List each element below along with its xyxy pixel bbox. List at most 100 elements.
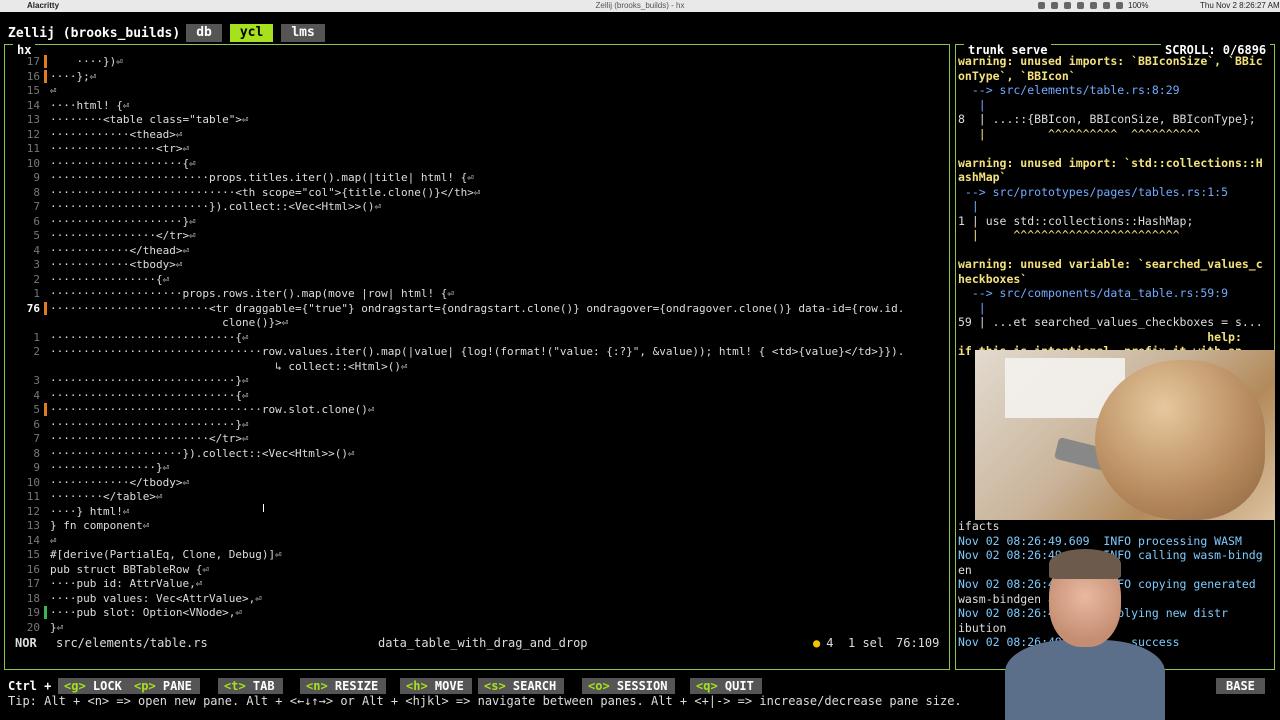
line-number: 8 [33,185,40,199]
code-line[interactable]: ························<tr draggable={"… [50,302,904,317]
git-change-marker [44,301,47,315]
code-line[interactable]: ····})⏎ [50,55,122,70]
git-change-marker [44,69,47,83]
line-number: 7 [33,432,40,445]
mode-indicator: NOR [15,636,37,650]
line-number: 19 [26,606,40,619]
line-number: 11 [26,142,40,155]
code-line[interactable]: clone()}>⏎ [50,316,288,331]
line-number: 9 [33,461,40,474]
code-editor[interactable]: 17 ····})⏎ 16 ····};⏎ 15 ⏎ 14 ····html! {⏎ 13 ··… [6,55,946,635]
terminal-line: 1 | use std::collections::HashMap; [958,213,1194,228]
line-number: 6 [33,417,40,431]
terminal-line: heckboxes` [958,271,1028,286]
status-icons[interactable] [1038,2,1123,9]
terminal-line: help: [958,329,1242,344]
terminal-line: onType`, `BBIcon` [958,68,1076,83]
code-line[interactable]: ············</tbody>⏎ [50,476,189,491]
code-line[interactable]: ························props.titles.ite… [50,171,474,186]
keybind-quit[interactable]: <q> QUIT [690,678,762,694]
keybind-pane[interactable]: <p> PANE [128,678,200,694]
code-line[interactable]: ················<tr>⏎ [50,142,189,157]
line-number: 3 [33,374,40,387]
code-line[interactable]: ····························{⏎ [50,389,249,404]
code-line[interactable]: ····················}⏎ [50,215,196,230]
line-number: 16 [26,562,40,576]
code-line[interactable]: ↳ collect::<Html>()⏎ [50,360,407,375]
code-line[interactable]: ····························}⏎ [50,418,249,433]
git-change-marker [44,606,47,619]
keybind-tab[interactable]: <t> TAB [218,678,283,694]
code-line[interactable]: ····················{⏎ [50,157,196,172]
line-number: 20 [26,620,40,634]
code-line[interactable]: ····························<th scope="c… [50,186,480,201]
code-line[interactable]: ································row.slot… [50,403,375,418]
code-line[interactable]: ································row.valu… [50,345,904,360]
code-line[interactable]: ····pub values: Vec<AttrValue>,⏎ [50,592,262,607]
terminal-line: warning: unused imports: `BBIconSize`, `… [958,54,1263,68]
zellij-tip: Tip: Alt + <n> => open new pane. Alt + <… [8,694,962,708]
line-number: 13 [26,113,40,126]
diagnostic-count[interactable]: 4 [813,635,833,651]
code-line[interactable]: }⏎ [50,621,63,636]
line-number: 17 [26,55,40,68]
line-number: 16 [26,69,40,83]
code-line[interactable]: ················{⏎ [50,273,169,288]
line-number: 9 [33,171,40,184]
code-line[interactable]: ························</tr>⏎ [50,432,249,447]
terminal-line: | [958,97,986,112]
terminal-line: | [958,300,986,315]
zellij-tab-bar: Zellij (brooks_builds) db ycl lms [0,24,1280,42]
keybind-lock[interactable]: <g> LOCK [58,678,130,694]
selection-count: 1 sel [848,636,885,650]
code-line[interactable]: ················}⏎ [50,461,169,476]
code-line[interactable]: ····························{⏎ [50,331,249,346]
code-line[interactable]: ········<table class="table">⏎ [50,113,249,128]
code-line[interactable]: ················</tr>⏎ [50,229,196,244]
line-number: 76 [26,301,40,315]
code-line[interactable]: ············<tbody>⏎ [50,258,182,273]
code-line[interactable]: ····················}).collect::<Vec<Htm… [50,447,355,462]
code-line[interactable]: ⏎ [50,84,57,99]
terminal-log-line: ifacts [958,519,1000,533]
code-line[interactable]: ············</thead>⏎ [50,244,189,259]
code-line[interactable]: ····pub slot: Option<VNode>,⏎ [50,606,242,621]
code-line[interactable]: ····};⏎ [50,70,96,85]
code-line[interactable]: #[derive(PartialEq, Clone, Debug)]⏎ [50,548,282,563]
line-number: 13 [26,519,40,532]
line-number: 15 [26,84,40,97]
session-name: Zellij (brooks_builds) [8,25,181,41]
code-line[interactable]: } fn component⏎ [50,519,149,534]
code-line[interactable]: ········</table>⏎ [50,490,163,505]
terminal-line: --> src/components/data_table.rs:59:9 [958,286,1229,300]
tab-db[interactable]: db [186,24,222,42]
code-line[interactable]: pub struct BBTableRow {⏎ [50,563,209,578]
terminal-log-line: en [958,562,972,577]
tab-lms[interactable]: lms [281,24,325,42]
menubar-clock[interactable]: Thu Nov 2 8:26:27 AM [1200,0,1280,12]
terminal-line: --> src/prototypes/pages/tables.rs:1:5 [958,184,1229,199]
code-line[interactable]: ····························}⏎ [50,374,249,389]
line-number: 5 [33,229,40,242]
line-number: 5 [33,403,40,416]
line-number: 1 [33,287,40,300]
code-line[interactable]: ····} html!⏎ [50,505,129,520]
line-number: 14 [26,533,40,547]
keybind-move[interactable]: <h> MOVE [400,678,472,694]
keybind-resize[interactable]: <n> RESIZE [300,678,387,694]
keybind-session[interactable]: <o> SESSION [582,678,676,694]
line-number: 3 [33,258,40,271]
code-line[interactable]: ············<thead>⏎ [50,128,182,143]
terminal-line: --> src/elements/table.rs:8:29 [958,83,1180,97]
terminal-line: 8 | ...::{BBIcon, BBIconSize, BBIconType… [958,112,1256,126]
code-line[interactable]: ⏎ [50,534,57,549]
code-line[interactable]: ····pub id: AttrValue,⏎ [50,577,202,592]
mouse-cursor [263,504,270,512]
terminal-line: 59 | ...et searched_values_checkboxes = … [958,315,1263,329]
code-line[interactable]: ····html! {⏎ [50,99,129,114]
mode-base: BASE [1216,678,1265,694]
code-line[interactable]: ························}).collect::<Vec… [50,200,381,215]
code-line[interactable]: ····················props.rows.iter().ma… [50,287,454,302]
keybind-search[interactable]: <s> SEARCH [478,678,565,694]
tab-ycl[interactable]: ycl [229,24,274,42]
